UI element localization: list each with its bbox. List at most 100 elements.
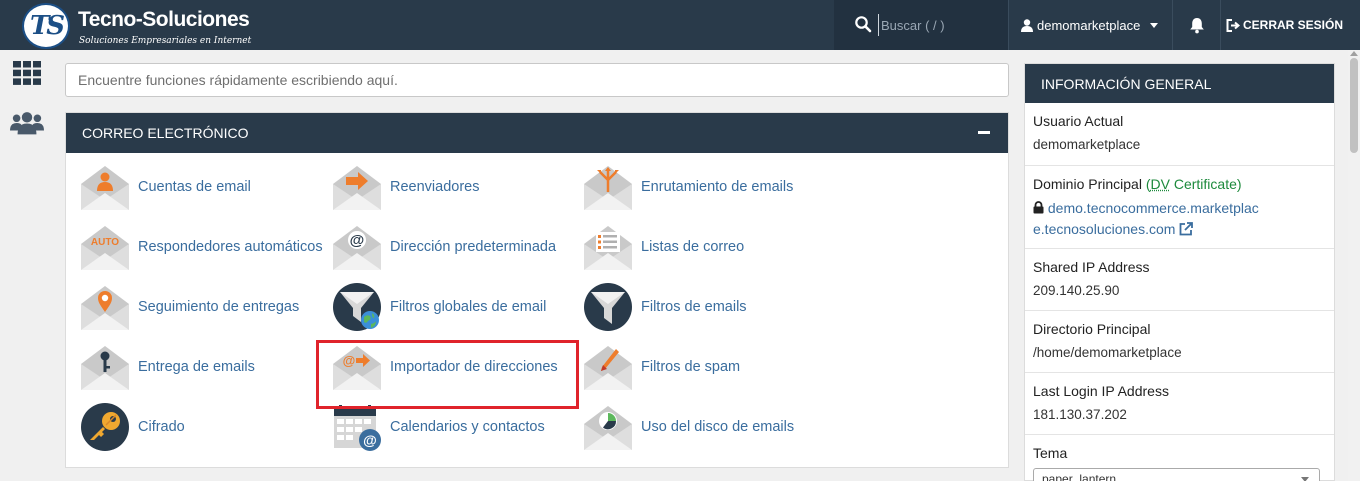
current-user-value: demomarketplace <box>1033 137 1326 152</box>
info-primary-domain: Dominio Principal (DV Certificate) demo.… <box>1025 165 1334 248</box>
tool-email-disk-usage[interactable]: Uso del disco de emails <box>583 402 794 452</box>
brand-title: Tecno-Soluciones <box>78 8 249 32</box>
tool-email-routing[interactable]: Enrutamiento de emails <box>583 162 793 212</box>
global-filters-icon <box>332 282 382 332</box>
user-menu[interactable]: demomarketplace <box>1008 0 1172 50</box>
logo-mark: TS <box>22 3 70 49</box>
chevron-down-icon <box>1301 477 1309 481</box>
left-sidebar <box>0 50 54 481</box>
page-scrollbar[interactable] <box>1348 50 1360 481</box>
email-accounts-icon <box>80 162 130 212</box>
info-home-directory: Directorio Principal /home/demomarketpla… <box>1025 310 1334 372</box>
apps-grid-icon[interactable] <box>10 58 44 88</box>
top-navbar: TS Tecno-Soluciones Soluciones Empresari… <box>0 0 1360 50</box>
address-importer-icon: @ <box>332 342 382 392</box>
track-delivery-icon <box>80 282 130 332</box>
tool-label: Dirección predeterminada <box>390 239 556 255</box>
email-panel-title: CORREO ELECTRÓNICO <box>82 125 248 141</box>
username-label: demomarketplace <box>1037 18 1140 33</box>
theme-select-value: paper_lantern <box>1042 472 1116 481</box>
tool-global-filters[interactable]: Filtros globales de email <box>332 282 546 332</box>
logout-label: CERRAR SESIÓN <box>1243 18 1343 32</box>
tool-autoresponders[interactable]: AUTO Respondedores automáticos <box>80 222 323 272</box>
tool-label: Importador de direcciones <box>390 359 558 375</box>
info-current-user: Usuario Actual demomarketplace <box>1025 103 1334 165</box>
mailing-lists-icon <box>583 222 633 272</box>
brand-subtitle: Soluciones Empresariales en Internet <box>79 36 251 46</box>
scroll-up-arrow[interactable] <box>1350 51 1358 56</box>
notifications-button[interactable] <box>1172 0 1220 50</box>
last-login-label: Last Login IP Address <box>1033 383 1326 399</box>
brand-logo[interactable]: TS Tecno-Soluciones Soluciones Empresari… <box>22 2 262 50</box>
info-shared-ip: Shared IP Address 209.140.25.90 <box>1025 248 1334 310</box>
user-icon <box>1021 19 1033 32</box>
tool-email-deliverability[interactable]: Entrega de emails <box>80 342 255 392</box>
shared-ip-label: Shared IP Address <box>1033 259 1326 275</box>
theme-label: Tema <box>1033 445 1326 461</box>
tool-label: Calendarios y contactos <box>390 419 545 435</box>
svg-text:@: @ <box>363 432 377 448</box>
tool-mailing-lists[interactable]: Listas de correo <box>583 222 744 272</box>
tool-label: Filtros de emails <box>641 299 747 315</box>
tool-forwarders[interactable]: Reenviadores <box>332 162 479 212</box>
tool-calendars-contacts[interactable]: @ Calendarios y contactos <box>332 402 545 452</box>
dv-certificate-badge[interactable]: (DV Certificate) <box>1146 176 1242 192</box>
tool-encryption[interactable]: Cifrado <box>80 402 185 452</box>
lock-icon <box>1033 201 1044 214</box>
tool-label: Cifrado <box>138 419 185 435</box>
users-icon[interactable] <box>10 108 44 138</box>
primary-domain-label: Dominio Principal (DV Certificate) <box>1033 176 1326 192</box>
email-filters-icon <box>583 282 633 332</box>
tool-track-delivery[interactable]: Seguimiento de entregas <box>80 282 299 332</box>
logout-button[interactable]: CERRAR SESIÓN <box>1220 0 1348 50</box>
primary-domain-text: Dominio Principal <box>1033 176 1142 192</box>
email-deliverability-icon <box>80 342 130 392</box>
tool-label: Entrega de emails <box>138 359 255 375</box>
email-panel-header[interactable]: CORREO ELECTRÓNICO <box>66 113 1008 153</box>
tool-label: Filtros globales de email <box>390 299 546 315</box>
tool-address-importer[interactable]: @ Importador de direcciones <box>332 342 558 392</box>
tool-email-filters[interactable]: Filtros de emails <box>583 282 747 332</box>
svg-text:@: @ <box>350 232 365 249</box>
tool-label: Reenviadores <box>390 179 479 195</box>
theme-select[interactable]: paper_lantern <box>1033 468 1320 481</box>
spam-filters-icon <box>583 342 633 392</box>
current-user-label: Usuario Actual <box>1033 113 1326 129</box>
general-info-header: INFORMACIÓN GENERAL <box>1025 64 1334 103</box>
autoresponders-icon: AUTO <box>80 222 130 272</box>
email-disk-usage-icon <box>583 402 633 452</box>
info-last-login: Last Login IP Address 181.130.37.202 <box>1025 372 1334 434</box>
header-search <box>834 0 1008 50</box>
tool-label: Respondedores automáticos <box>138 239 323 255</box>
home-dir-value: /home/demomarketplace <box>1033 345 1326 360</box>
forwarders-icon <box>332 162 382 212</box>
quick-search-input[interactable] <box>65 63 1009 97</box>
last-login-value: 181.130.37.202 <box>1033 407 1326 422</box>
domain-line-2: e.tecnosoluciones.com <box>1033 221 1175 237</box>
collapse-icon[interactable] <box>978 131 990 134</box>
chevron-down-icon <box>1150 23 1158 28</box>
tool-label: Uso del disco de emails <box>641 419 794 435</box>
tool-label: Filtros de spam <box>641 359 740 375</box>
logout-icon <box>1226 19 1240 32</box>
tool-label: Listas de correo <box>641 239 744 255</box>
default-address-icon: @ <box>332 222 382 272</box>
general-info-title: INFORMACIÓN GENERAL <box>1041 76 1211 92</box>
domain-line-1: demo.tecnocommerce.marketplac <box>1048 200 1259 216</box>
primary-domain-link[interactable]: demo.tecnocommerce.marketplac e.tecnosol… <box>1033 198 1326 240</box>
tool-email-accounts[interactable]: Cuentas de email <box>80 162 251 212</box>
search-icon <box>854 15 872 33</box>
scrollbar-thumb[interactable] <box>1350 58 1358 153</box>
shared-ip-value: 209.140.25.90 <box>1033 283 1326 298</box>
auto-badge-text: AUTO <box>91 237 119 248</box>
email-routing-icon <box>583 162 633 212</box>
home-dir-label: Directorio Principal <box>1033 321 1326 337</box>
svg-text:@: @ <box>343 353 356 368</box>
tool-spam-filters[interactable]: Filtros de spam <box>583 342 740 392</box>
tool-default-address[interactable]: @ Dirección predeterminada <box>332 222 556 272</box>
general-info-panel: INFORMACIÓN GENERAL Usuario Actual demom… <box>1024 63 1335 481</box>
external-link-icon[interactable] <box>1179 222 1193 236</box>
email-panel: CORREO ELECTRÓNICO Cuentas de email Reen… <box>65 112 1009 468</box>
bell-icon <box>1189 17 1205 34</box>
header-search-input[interactable] <box>878 14 998 36</box>
